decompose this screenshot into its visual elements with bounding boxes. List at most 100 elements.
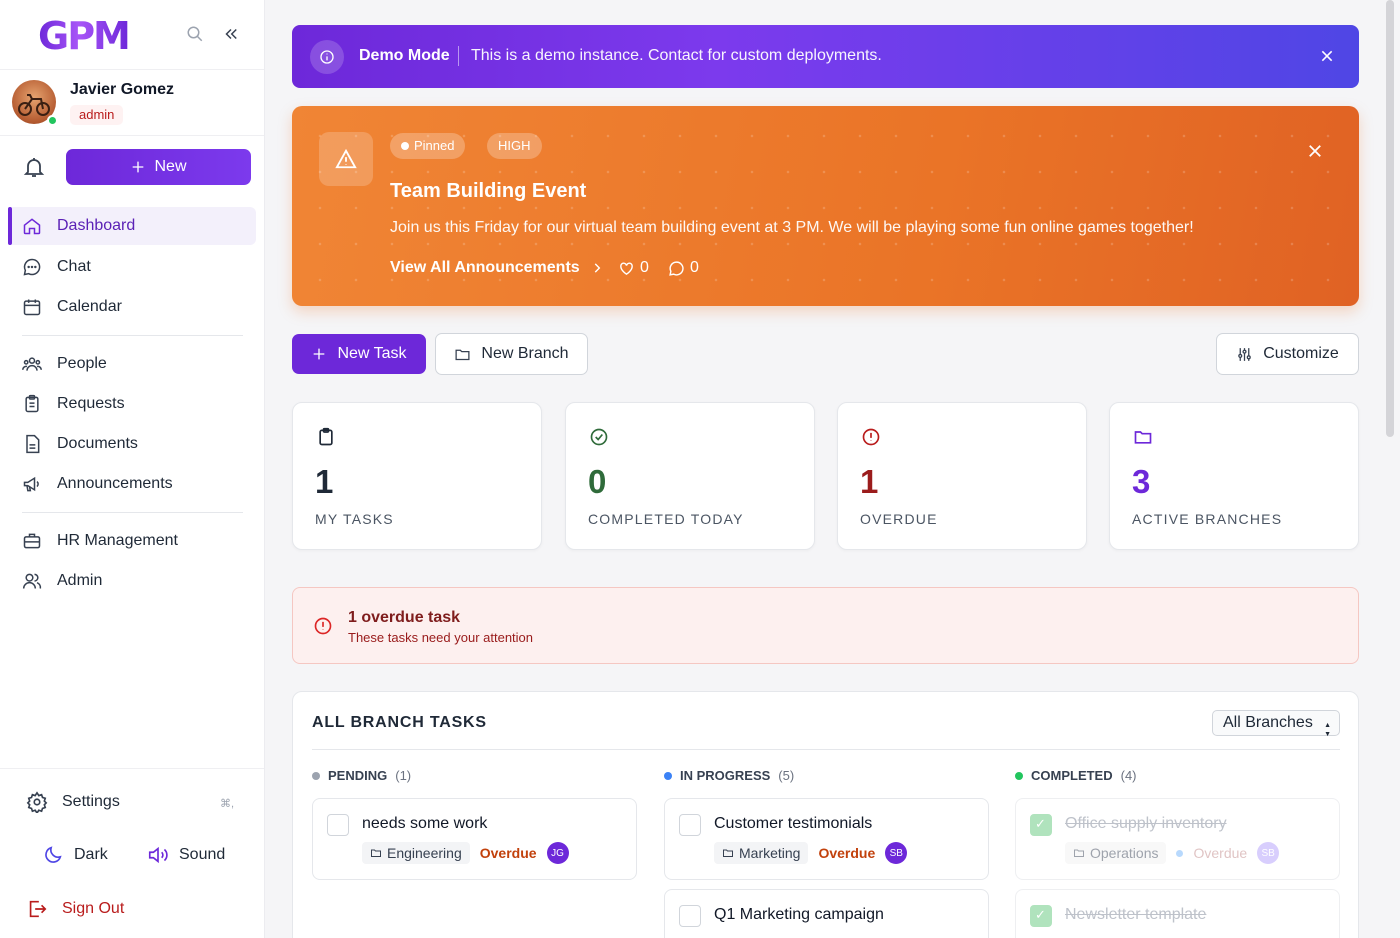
sign-out-button[interactable]: Sign Out <box>26 898 124 920</box>
stat-value: 1 <box>860 463 879 500</box>
new-button[interactable]: New <box>66 149 251 185</box>
new-task-button[interactable]: New Task <box>292 334 426 374</box>
task-meta: Operations Overdue SB <box>1065 842 1280 864</box>
sidebar-item-label: Documents <box>57 435 138 452</box>
sidebar-item-people[interactable]: People <box>8 345 256 383</box>
assignee-avatar[interactable]: SB <box>1257 842 1280 864</box>
demo-title: Demo Mode <box>359 47 450 64</box>
branch-tasks-panel: ALL BRANCH TASKS All Branches PENDING (1… <box>292 691 1359 938</box>
settings-button[interactable]: Settings <box>26 791 120 813</box>
alert-subtitle: These tasks need your attention <box>348 630 534 645</box>
column-header-pending: PENDING (1) <box>312 768 411 783</box>
like-button[interactable]: 0 <box>618 259 649 277</box>
speaker-icon <box>148 846 168 864</box>
task-checkbox[interactable] <box>679 905 701 927</box>
view-all-announcements-link[interactable]: View All Announcements <box>390 259 604 277</box>
task-title: Office supply inventory <box>1065 815 1227 832</box>
bell-icon[interactable] <box>22 155 46 179</box>
stat-card-my-tasks[interactable]: 1 MY TASKS <box>292 402 542 550</box>
sign-out-label: Sign Out <box>62 900 125 917</box>
scrollbar[interactable] <box>1386 0 1394 437</box>
divider <box>312 749 1340 750</box>
collapse-sidebar-icon[interactable] <box>222 25 240 43</box>
column-header-in-progress: IN PROGRESS (5) <box>664 768 794 783</box>
user-profile[interactable]: Javier Gomez admin <box>0 70 264 136</box>
heart-icon <box>620 261 633 275</box>
sidebar-item-dashboard[interactable]: Dashboard <box>8 207 256 245</box>
sidebar-item-chat[interactable]: Chat <box>8 248 256 286</box>
task-card[interactable]: Customer testimonials Marketing Overdue … <box>664 798 989 880</box>
stat-card-overdue[interactable]: 1 OVERDUE <box>837 402 1087 550</box>
sidebar-item-documents[interactable]: Documents <box>8 425 256 463</box>
status-dot <box>1176 849 1184 857</box>
sidebar-item-label: Dashboard <box>57 217 136 234</box>
pinned-badge: Pinned <box>390 133 466 159</box>
search-icon[interactable] <box>186 25 204 43</box>
nav-divider <box>22 335 243 336</box>
sidebar-item-requests[interactable]: Requests <box>8 385 256 423</box>
view-all-label: View All Announcements <box>390 259 580 276</box>
stat-label: ACTIVE BRANCHES <box>1132 511 1283 527</box>
comment-button[interactable]: 0 <box>668 259 699 277</box>
sidebar-item-label: HR Management <box>57 532 178 549</box>
stat-card-active-branches[interactable]: 3 ACTIVE BRANCHES <box>1109 402 1359 550</box>
assignee-avatar[interactable]: JG <box>546 842 569 864</box>
customize-button[interactable]: Customize <box>1216 333 1359 375</box>
branch-filter-select[interactable]: All Branches <box>1212 710 1340 747</box>
task-card[interactable]: Office supply inventory Operations Overd… <box>1015 798 1340 880</box>
settings-label: Settings <box>62 793 120 810</box>
sidebar-item-label: Admin <box>57 572 103 589</box>
close-icon[interactable] <box>1306 142 1324 160</box>
sidebar-item-label: Calendar <box>57 298 122 315</box>
moon-icon <box>45 846 62 863</box>
branch-name: Operations <box>1090 845 1159 861</box>
check-circle-icon <box>590 428 608 446</box>
like-count: 0 <box>640 259 649 276</box>
sidebar-item-announcements[interactable]: Announcements <box>8 465 256 503</box>
people-icon <box>22 357 42 371</box>
assignee-avatar[interactable]: SB <box>885 842 908 864</box>
user-name: Javier Gomez <box>70 81 175 98</box>
sidebar-item-hr-management[interactable]: HR Management <box>8 522 256 560</box>
task-checkbox-checked[interactable] <box>1030 814 1052 836</box>
close-icon[interactable] <box>1319 48 1335 64</box>
status-dot <box>312 771 320 780</box>
folder-icon <box>1074 849 1084 857</box>
plus-icon <box>314 348 325 360</box>
sound-toggle[interactable]: Sound <box>147 844 225 866</box>
role-badge: admin <box>70 105 124 125</box>
task-checkbox-checked[interactable] <box>1030 905 1052 927</box>
column-count: (1) <box>395 768 412 783</box>
task-card[interactable]: Q1 Marketing campaign <box>664 889 989 938</box>
announcement-title: Team Building Event <box>390 180 587 202</box>
sidebar-item-calendar[interactable]: Calendar <box>8 288 256 326</box>
clipboard-icon <box>319 427 333 446</box>
new-branch-button[interactable]: New Branch <box>435 333 588 375</box>
admin-icon <box>22 573 42 589</box>
overdue-alert[interactable]: 1 overdue task These tasks need your att… <box>292 587 1359 664</box>
task-checkbox[interactable] <box>327 814 349 836</box>
chat-icon <box>23 258 41 276</box>
column-count: (4) <box>1120 768 1137 783</box>
task-checkbox[interactable] <box>679 814 701 836</box>
sidebar-item-label: Announcements <box>57 475 173 492</box>
stat-label: MY TASKS <box>315 511 394 527</box>
stat-label: COMPLETED TODAY <box>588 511 744 527</box>
stat-value: 3 <box>1132 463 1151 500</box>
status-dot <box>664 771 672 780</box>
customize-label: Customize <box>1263 345 1339 362</box>
branch-tag: Marketing <box>714 842 809 864</box>
comment-icon <box>669 260 684 276</box>
sidebar-item-admin[interactable]: Admin <box>8 562 256 600</box>
nav-divider <box>22 512 243 513</box>
branch-tag: Engineering <box>362 842 470 864</box>
task-card[interactable]: needs some work Engineering Overdue JG <box>312 798 637 880</box>
stat-card-completed-today[interactable]: 0 COMPLETED TODAY <box>565 402 815 550</box>
app-logo[interactable]: GPM <box>38 14 131 58</box>
document-icon <box>26 434 40 454</box>
megaphone-icon <box>23 476 39 492</box>
folder-icon <box>371 849 381 857</box>
sidebar-footer: Settings ⌘, Dark Sound Sign Out <box>0 768 264 938</box>
task-card[interactable]: Newsletter template <box>1015 889 1340 938</box>
dark-mode-toggle[interactable]: Dark <box>42 844 108 866</box>
